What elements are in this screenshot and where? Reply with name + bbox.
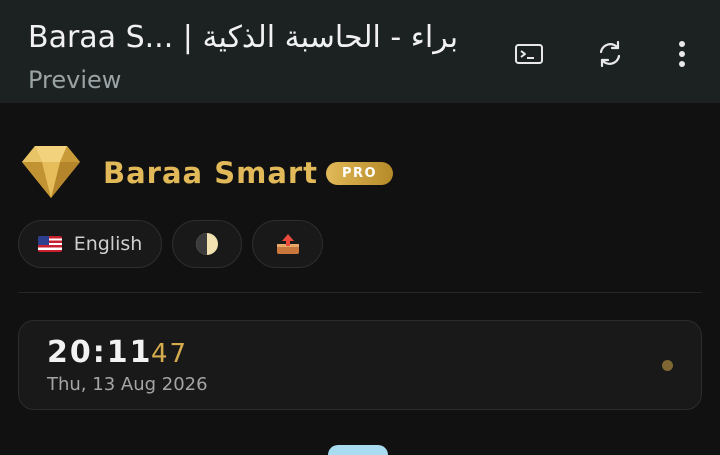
refresh-icon <box>599 40 621 68</box>
page-title: Baraa S... | براء - الحاسبة الذكية <box>28 20 459 55</box>
clock-time: 20:11 <box>47 335 153 370</box>
outbox-tray-icon <box>276 234 299 254</box>
more-options-button[interactable] <box>664 36 700 72</box>
brand-name: Baraa Smart <box>103 156 319 190</box>
us-flag-icon <box>37 236 62 252</box>
preview-label: Preview <box>28 66 122 94</box>
clock-card: 20:11 47 Thu, 13 Aug 2026 <box>18 320 702 410</box>
status-dot <box>662 360 673 371</box>
theme-toggle-button[interactable] <box>172 220 242 268</box>
divider <box>18 292 702 293</box>
terminal-icon <box>515 44 543 64</box>
language-label: English <box>73 233 143 255</box>
half-moon-icon <box>196 233 218 255</box>
app-bar: Baraa S... | براء - الحاسبة الذكية Previ… <box>0 0 720 103</box>
clock-date: Thu, 13 Aug 2026 <box>47 374 208 395</box>
gem-icon <box>328 445 388 455</box>
clock-seconds: 47 <box>151 339 189 369</box>
refresh-button[interactable] <box>592 36 628 72</box>
pro-badge: PRO <box>326 162 393 185</box>
main-content: Baraa Smart PRO English 20:11 47 Thu, 13… <box>0 103 720 455</box>
more-vertical-icon <box>679 41 685 67</box>
export-button[interactable] <box>252 220 323 268</box>
language-button[interactable]: English <box>18 220 162 268</box>
terminal-button[interactable] <box>511 36 547 72</box>
gold-diamond-icon <box>20 143 82 201</box>
